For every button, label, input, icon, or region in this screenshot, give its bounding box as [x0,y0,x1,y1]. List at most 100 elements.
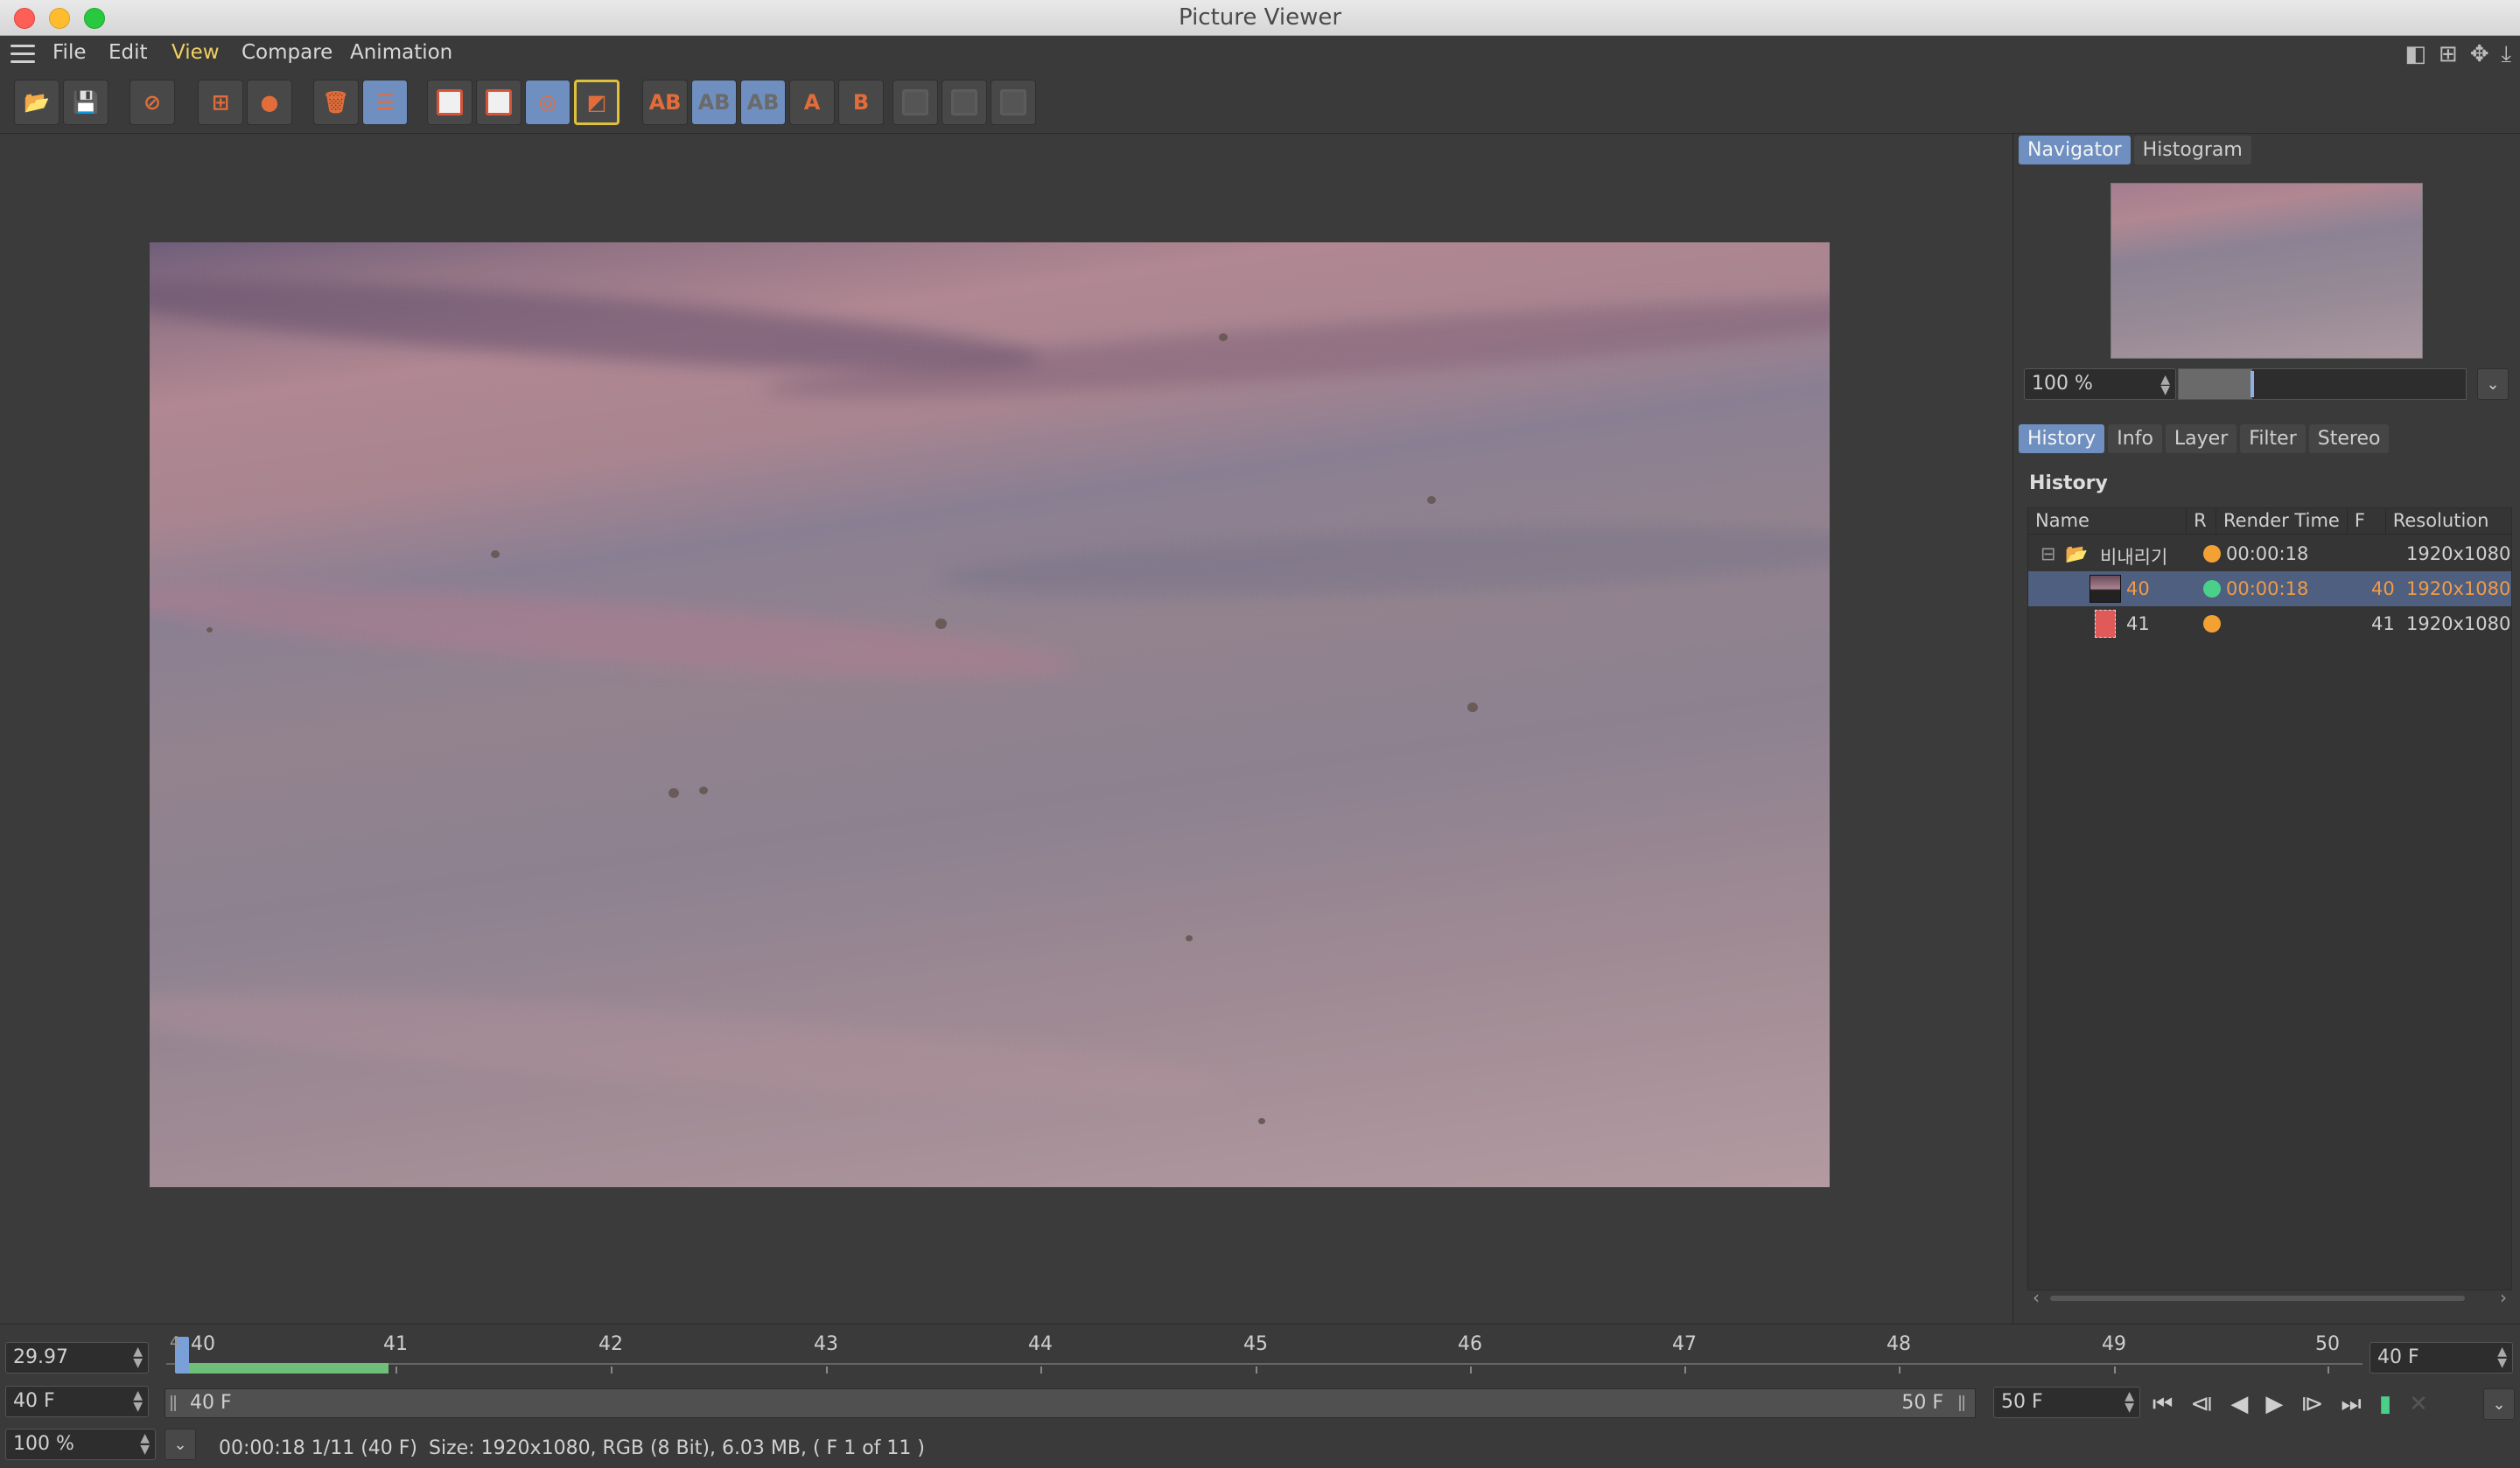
zoom-options-button[interactable]: ⌄ [164,1429,196,1460]
view-a-button[interactable] [427,80,472,125]
tab-stereo[interactable]: Stereo [2308,424,2390,453]
preview-range-bar[interactable]: 40 F 50 F [164,1388,1976,1418]
range-end-field[interactable]: 50 F ▲ ▼ [1993,1387,2140,1418]
view-b-button[interactable] [476,80,522,125]
tab-filter[interactable]: Filter [2240,424,2306,453]
new-panel-icon[interactable]: ⊞ [2439,41,2458,68]
tab-histogram[interactable]: Histogram [2133,136,2251,164]
menu-animation[interactable]: Animation [350,41,452,64]
tick-label: 50 [2315,1333,2340,1355]
zoom-slider-handle[interactable] [2250,371,2254,397]
ab-overlay-button[interactable]: AB [740,80,786,125]
image-viewport[interactable] [0,134,2011,1324]
compare-icon [902,89,928,115]
tab-layer[interactable]: Layer [2165,424,2237,453]
history-horizontal-scrollbar[interactable]: ‹ › [2027,1287,2512,1310]
tab-info[interactable]: Info [2108,424,2162,453]
open-file-button[interactable]: 📂 [14,80,60,125]
menu-compare[interactable]: Compare [242,41,332,64]
tab-navigator[interactable]: Navigator [2019,136,2131,164]
current-frame-field[interactable]: 40 F ▲ ▼ [5,1386,149,1417]
collapse-icon[interactable]: ⊟ [2040,543,2056,564]
compare-3-button[interactable] [990,80,1036,125]
go-to-end-icon[interactable]: ⏭ [2341,1391,2361,1418]
navigator-options-button[interactable]: ⌄ [2477,368,2509,400]
current-frame-value: 40 F [13,1390,55,1412]
history-row-41[interactable]: 41 41 1920x1080 [2028,606,2511,641]
save-file-button[interactable]: 💾 [63,80,108,125]
delete-button[interactable]: 🗑 [313,80,359,125]
status-info: Size: 1920x1080, RGB (8 Bit), 6.03 MB, (… [429,1437,925,1459]
end-frame-field[interactable]: 40 F ▲ ▼ [2370,1342,2513,1374]
history-row-folder[interactable]: ⊟ 📂 비내리기 00:00:18 1920x1080 [2028,536,2511,571]
ab-compare-button[interactable]: AB [642,80,688,125]
letter-b-icon: B [852,90,870,115]
navigator-zoom-slider[interactable] [2178,368,2467,400]
zoom-value: 100 % [2032,373,2093,395]
row-resolution: 1920x1080 [2406,578,2511,599]
window-title: Picture Viewer [1178,4,1342,31]
frame-spinner-icon[interactable]: ▲ ▼ [133,1389,143,1413]
contrast-button[interactable]: ◩ [574,80,620,125]
go-to-start-icon[interactable]: ⏮ [2152,1391,2173,1418]
render-object-button[interactable]: ● [247,80,292,125]
zoom-field[interactable]: 100 % ▲ ▼ [5,1429,156,1460]
range-spinner-icon[interactable]: ▲ ▼ [2124,1390,2134,1414]
menu-file[interactable]: File [52,41,87,64]
toolbar: 📂 💾 ⊘ ⊞ ● 🗑 ☰ ◎ ◩ AB AB AB A B [0,71,2520,134]
save-icon: 💾 [73,90,99,115]
column-r[interactable]: R [2187,508,2216,534]
compare-2-button[interactable] [942,80,987,125]
end-frame-spinner-icon[interactable]: ▲ ▼ [2497,1346,2507,1369]
compare-1-button[interactable] [892,80,938,125]
stop-render-button[interactable]: ⊘ [130,80,175,125]
timeline-ruler[interactable]: 4 40 41 42 43 44 45 46 47 48 49 50 [166,1325,2362,1377]
letter-a-icon: A [803,90,821,115]
step-back-icon[interactable]: ⧏ [2190,1391,2213,1418]
ab-split-icon: AB [697,90,731,115]
navigator-thumbnail[interactable] [2110,183,2423,359]
panel-layout-icon[interactable]: ◧ [2404,41,2426,68]
play-forward-icon[interactable]: ▶ [2265,1391,2283,1418]
column-render-time[interactable]: Render Time [2216,508,2348,534]
column-resolution[interactable]: Resolution [2386,508,2511,534]
object-icon: ● [260,90,279,115]
color-channels-button[interactable]: ◎ [525,80,570,125]
dock-icon[interactable]: ⤓ [2502,41,2512,68]
column-name[interactable]: Name [2028,508,2188,534]
list-icon: ☰ [375,90,395,115]
layout-icons: ◧ ⊞ ✥ ⤓ [2404,41,2511,68]
move-icon[interactable]: ✥ [2470,41,2489,68]
fps-spinner-icon[interactable]: ▲ ▼ [133,1346,143,1369]
fps-field[interactable]: 29.97 ▲ ▼ [5,1342,149,1374]
loop-mode-icon[interactable]: ▮ [2379,1391,2391,1418]
navigator-zoom-field[interactable]: 100 % ▲ ▼ [2024,368,2176,400]
frame-thumbnail [2090,575,2121,603]
column-frame[interactable]: F [2348,508,2386,534]
transport-options-button[interactable]: ⌄ [2483,1388,2515,1420]
clapper-stop-icon: ⊘ [143,90,162,115]
tab-history[interactable]: History [2019,424,2105,453]
sound-icon[interactable]: ✕ [2409,1391,2428,1418]
ab-split-button[interactable]: AB [691,80,737,125]
zoom-spinner-icon[interactable]: ▲ ▼ [140,1432,150,1456]
set-b-button[interactable]: B [838,80,884,125]
render-region-button[interactable]: ⊞ [198,80,243,125]
set-a-button[interactable]: A [789,80,835,125]
play-backward-icon[interactable]: ◀ [2230,1391,2248,1418]
range-start-handle[interactable] [171,1395,176,1411]
menu-edit[interactable]: Edit [108,41,148,64]
step-forward-icon[interactable]: ⧐ [2300,1391,2323,1418]
scroll-right-icon[interactable]: › [2500,1287,2507,1308]
scroll-left-icon[interactable]: ‹ [2033,1287,2040,1308]
range-start-label: 40 F [190,1392,232,1414]
menu-view[interactable]: View [172,41,220,64]
history-row-40[interactable]: 40 00:00:18 40 1920x1080 [2028,571,2511,606]
contrast-icon: ◩ [586,90,607,115]
range-end-label: 50 F [1901,1392,1943,1414]
show-list-button[interactable]: ☰ [362,80,408,125]
zoom-spinner-icon[interactable]: ▲ ▼ [2160,374,2170,396]
hamburger-menu-icon[interactable] [10,45,35,64]
range-end-handle[interactable] [1959,1395,1964,1411]
end-frame-value: 40 F [2377,1346,2419,1368]
